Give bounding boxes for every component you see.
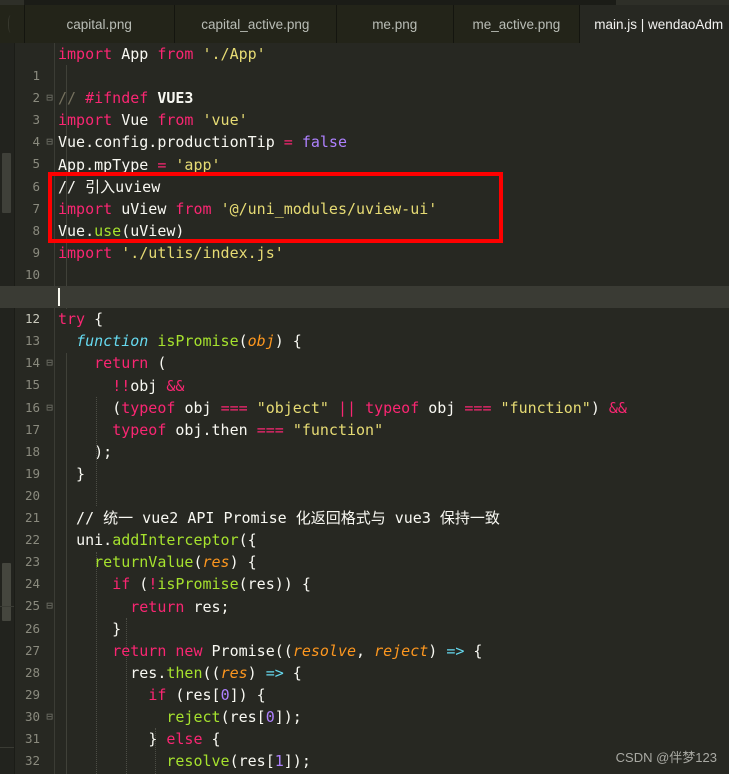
- line-content: if (res[0]) {: [148, 685, 266, 704]
- code-line[interactable]: 3 ⊟ // #ifndef VUE3: [0, 87, 729, 148]
- tab-bar[interactable]: capital.png capital_active.png me.png me…: [0, 5, 729, 43]
- line-content: reject(res[0]);: [166, 708, 302, 726]
- code-line[interactable]: 21: [0, 485, 729, 525]
- line-content: } else {: [148, 730, 221, 749]
- line-content: function isPromise(obj) {: [76, 332, 302, 351]
- tab-me-active-png[interactable]: me_active.png: [453, 5, 581, 43]
- code-line[interactable]: 11: [0, 264, 729, 304]
- code-line[interactable]: 28 return new Promise((resolve, reject) …: [0, 640, 729, 680]
- code-line[interactable]: 15 ⊟ return (: [0, 352, 729, 413]
- code-line[interactable]: 20 }: [0, 463, 729, 503]
- watermark: CSDN @伴梦123: [615, 750, 717, 765]
- code-line[interactable]: 7 // 引入uview: [0, 176, 729, 216]
- line-content: typeof obj.then === "function": [112, 420, 384, 439]
- line-content: import Vue from 'vue': [58, 111, 248, 130]
- line-content: import uView from '@/uni_modules/uview-u…: [58, 199, 438, 218]
- code-line[interactable]: 18 typeof obj.then === "function": [0, 419, 729, 459]
- code-line-active[interactable]: 12: [0, 286, 729, 326]
- line-content: res.then((res) => {: [130, 663, 302, 682]
- line-content: );: [58, 442, 113, 461]
- code-line[interactable]: 1 ⊟ import App from './App': [0, 43, 729, 104]
- code-line[interactable]: 31 reject(res[0]);: [0, 706, 729, 746]
- tab-capital-png[interactable]: capital.png: [24, 5, 175, 43]
- code-line[interactable]: 6 App.mpType = 'app': [0, 154, 729, 194]
- text-cursor: [58, 288, 60, 307]
- line-content: try {: [58, 310, 104, 329]
- code-line[interactable]: 22 // 统一 vue2 API Promise 化返回格式与 vue3 保持…: [0, 507, 729, 547]
- code-line[interactable]: 5 Vue.config.productionTip = false: [0, 131, 729, 171]
- code-line[interactable]: 30 if (res[0]) {: [0, 684, 729, 724]
- line-content: return (: [94, 354, 167, 373]
- line-content: return res;: [130, 597, 230, 616]
- code-line[interactable]: 19 );: [0, 441, 729, 481]
- line-content: import './utlis/index.js': [58, 243, 284, 262]
- code-line[interactable]: 27 }: [0, 618, 729, 658]
- code-line[interactable]: 10 import './utlis/index.js': [0, 242, 729, 282]
- line-content: }: [58, 464, 86, 483]
- line-content: // 引入uview: [58, 177, 161, 196]
- line-content: !!obj &&: [112, 376, 185, 395]
- tab-me-png[interactable]: me.png: [336, 5, 454, 43]
- code-line[interactable]: 26 return res;: [0, 596, 729, 636]
- code-editor[interactable]: 1 ⊟ import App from './App' 2 3 ⊟ // #if…: [0, 43, 729, 774]
- code-line[interactable]: 17 (typeof obj === "object" || typeof ob…: [0, 397, 729, 437]
- code-line[interactable]: 29 ⊟ res.then((res) => {: [0, 662, 729, 723]
- tab-stub-icon: [8, 15, 15, 33]
- line-content: import App from './App': [58, 45, 266, 63]
- line-content: App.mpType = 'app': [58, 155, 221, 174]
- tab-capital-active-png[interactable]: capital_active.png: [174, 5, 337, 43]
- line-content: Vue.config.productionTip = false: [58, 133, 347, 152]
- line-content: (typeof obj === "object" || typeof obj =…: [112, 398, 627, 417]
- code-line[interactable]: 25 if (!isPromise(res)) {: [0, 573, 729, 613]
- line-content: uni.addInterceptor({: [76, 531, 257, 550]
- line-content: if (!isPromise(res)) {: [112, 575, 311, 594]
- code-line[interactable]: 24 ⊟ returnValue(res) {: [0, 551, 729, 612]
- line-content: Vue.use(uView): [58, 221, 185, 240]
- line-content: }: [58, 619, 122, 638]
- line-content: returnValue(res) {: [94, 553, 257, 572]
- code-line[interactable]: 14 function isPromise(obj) {: [0, 330, 729, 370]
- code-line[interactable]: 8 import uView from '@/uni_modules/uview…: [0, 198, 729, 238]
- tab-main-js[interactable]: main.js | wendaoAdm: [580, 5, 729, 43]
- code-line[interactable]: 23 uni.addInterceptor({: [0, 529, 729, 569]
- code-line[interactable]: 4 import Vue from 'vue': [0, 109, 729, 149]
- line-content: // 统一 vue2 API Promise 化返回格式与 vue3 保持一致: [58, 509, 500, 528]
- line-content: return new Promise((resolve, reject) => …: [112, 641, 483, 660]
- code-line[interactable]: 2: [0, 65, 729, 105]
- code-line[interactable]: 16 !!obj &&: [0, 375, 729, 415]
- line-content: resolve(res[1]);: [166, 752, 311, 771]
- editor-window: capital.png capital_active.png me.png me…: [0, 0, 729, 774]
- line-content: // #ifndef VUE3: [58, 89, 194, 108]
- code-line[interactable]: 13 ⊟ try {: [0, 308, 729, 369]
- tab-overflow-stub[interactable]: [0, 5, 25, 43]
- code-line[interactable]: 9 Vue.use(uView): [0, 220, 729, 260]
